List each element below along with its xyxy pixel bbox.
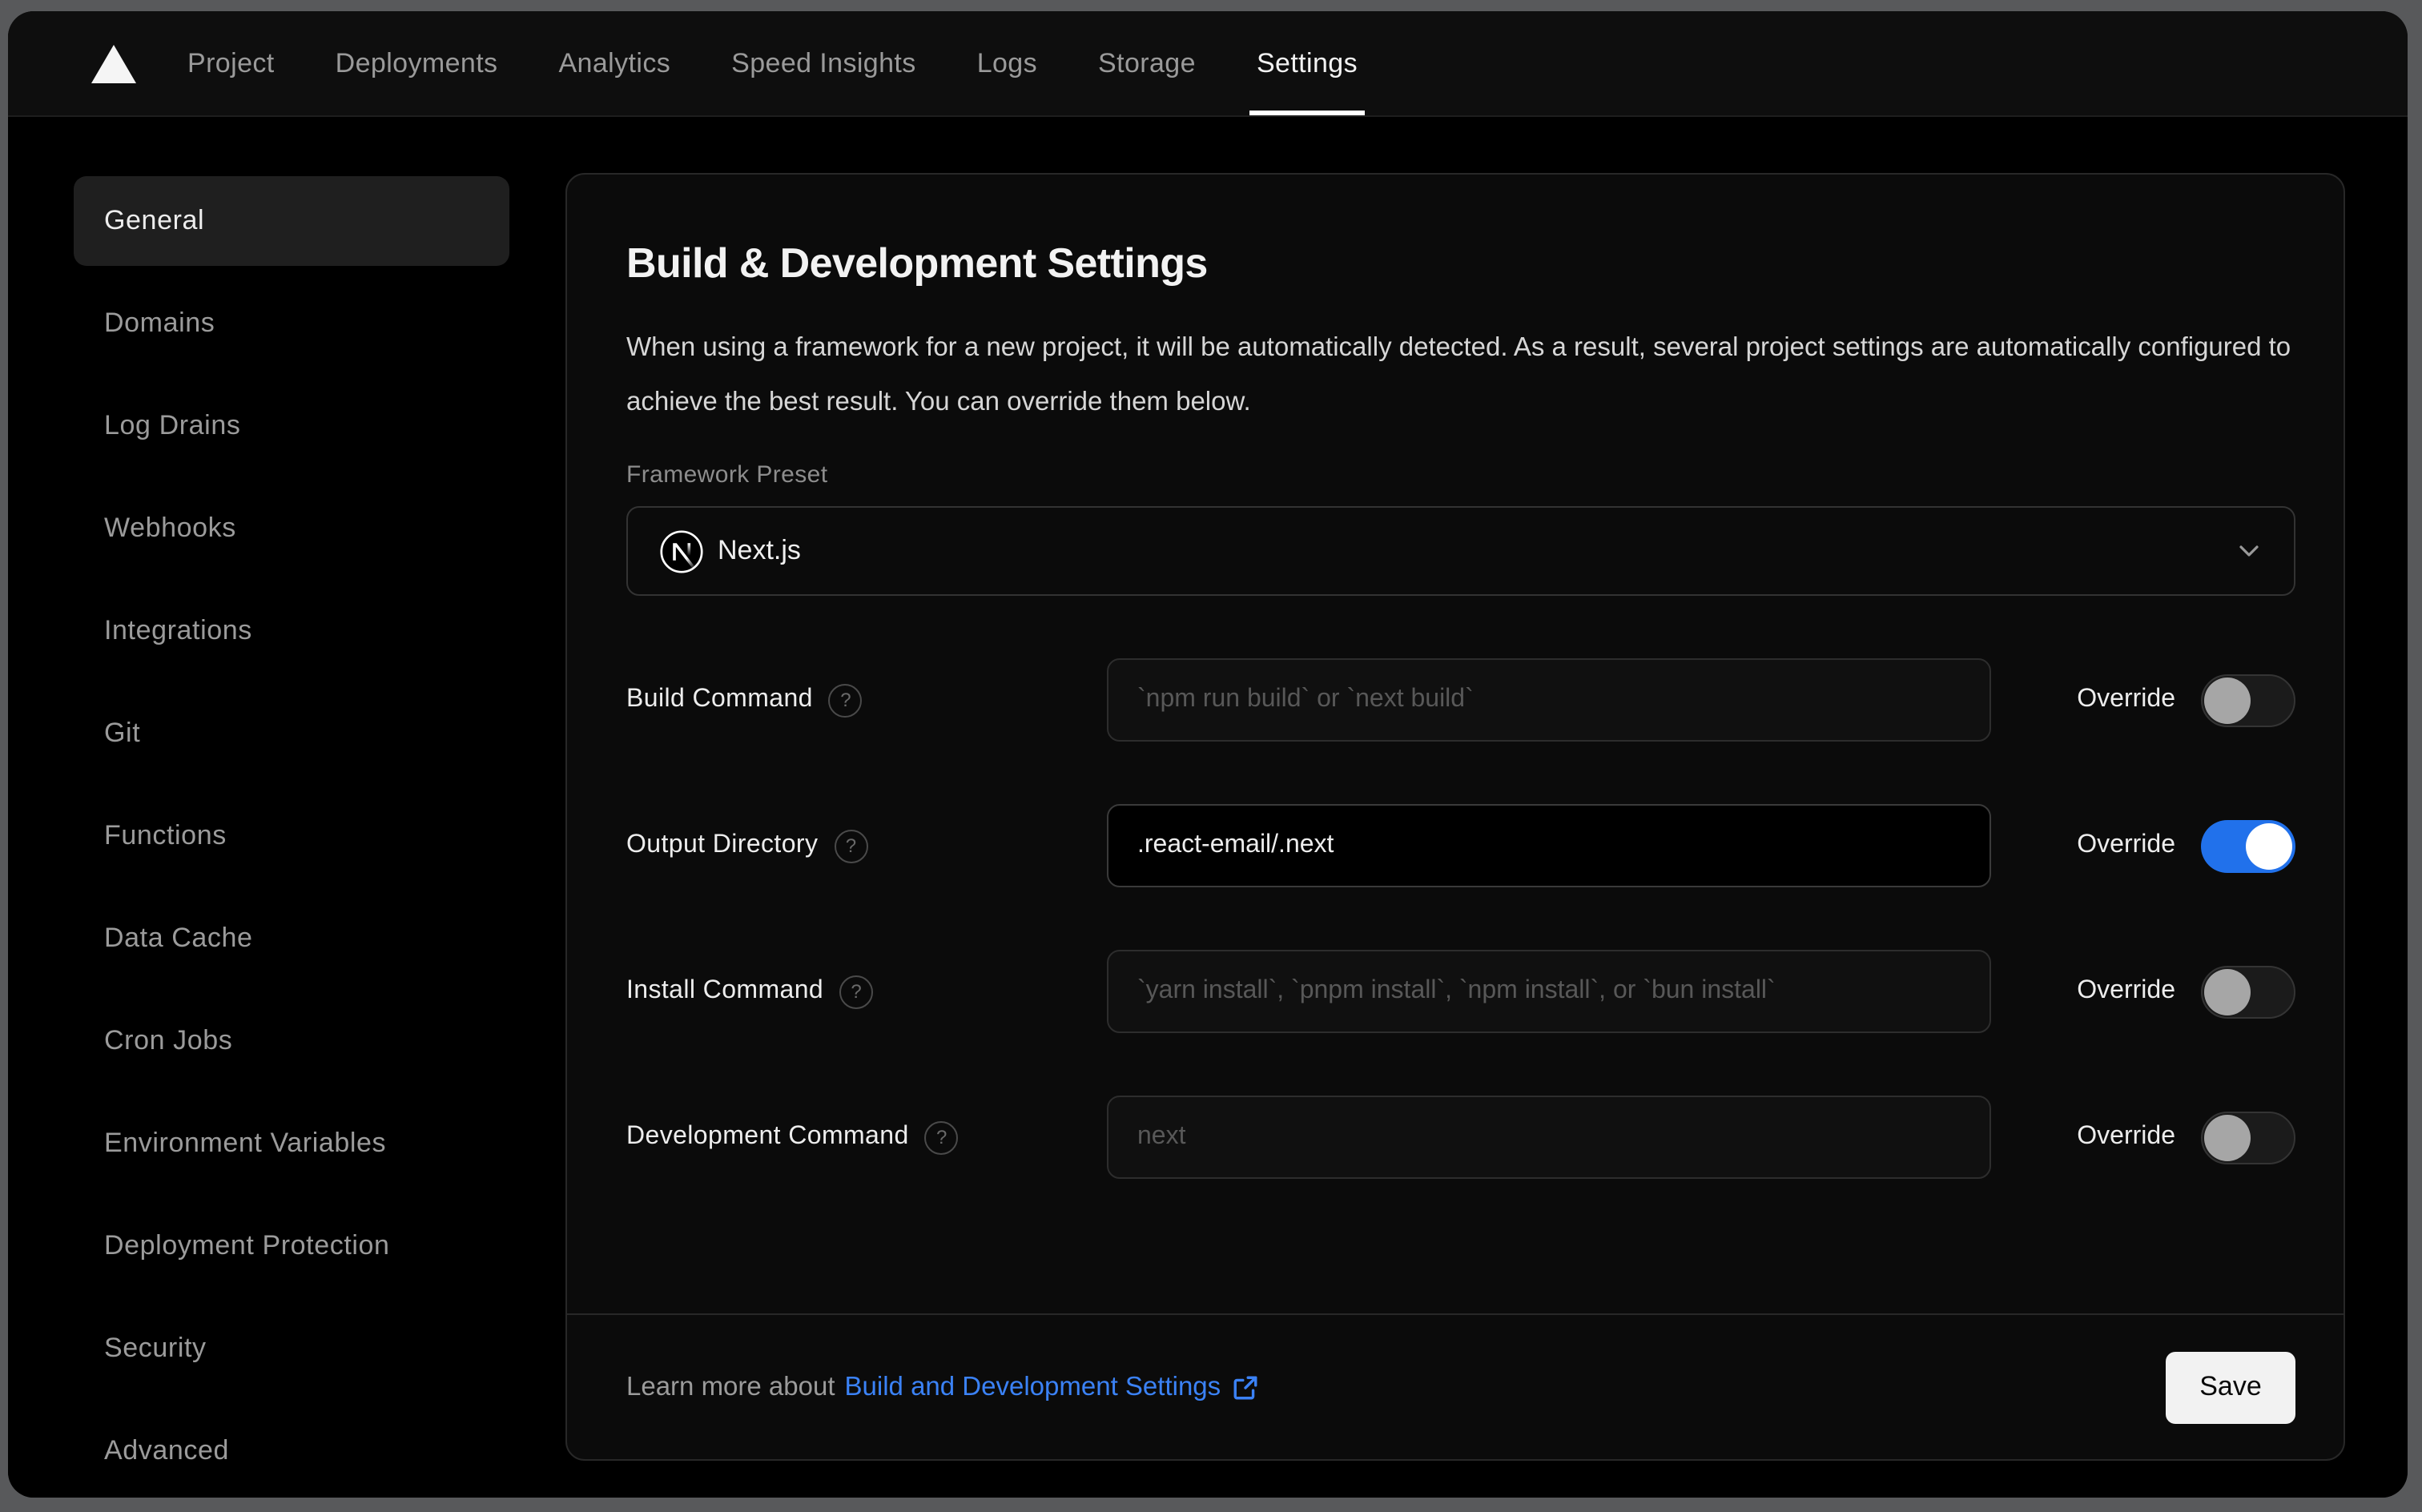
toggle-knob <box>2204 677 2251 723</box>
page-description: When using a framework for a new project… <box>626 333 2291 416</box>
install-command-override-toggle[interactable] <box>2201 965 2295 1018</box>
framework-preset-select[interactable]: Next.js <box>626 506 2295 596</box>
sidebar-item-log-drains[interactable]: Log Drains <box>74 381 509 471</box>
vercel-triangle-icon <box>91 44 136 82</box>
development-command-override-toggle[interactable] <box>2201 1111 2295 1164</box>
build-settings-card: Build & Development Settings When using … <box>565 173 2345 1461</box>
toggle-knob <box>2204 968 2251 1015</box>
help-icon[interactable]: ? <box>924 1120 959 1154</box>
output-directory-row: Output Directory ? Override <box>626 804 2295 887</box>
app-window: Project Deployments Analytics Speed Insi… <box>8 11 2408 1498</box>
sidebar-item-functions[interactable]: Functions <box>74 791 509 881</box>
help-icon[interactable]: ? <box>828 683 863 717</box>
settings-sidebar: General Domains Log Drains Webhooks Inte… <box>8 117 509 1498</box>
sidebar-item-deployment-protection[interactable]: Deployment Protection <box>74 1201 509 1291</box>
sidebar-item-integrations[interactable]: Integrations <box>74 586 509 676</box>
build-settings-docs-link[interactable]: Build and Development Settings <box>845 1372 1260 1402</box>
install-command-label: Install Command <box>626 977 824 1004</box>
tab-logs[interactable]: Logs <box>977 11 1037 115</box>
build-command-row: Build Command ? Override <box>626 658 2295 742</box>
override-label: Override <box>2077 686 2175 713</box>
override-label: Override <box>2077 831 2175 859</box>
docs-link-label: Build and Development Settings <box>844 1372 1221 1401</box>
sidebar-item-cron-jobs[interactable]: Cron Jobs <box>74 996 509 1086</box>
toggle-knob <box>2246 822 2292 869</box>
nav-tabs: Project Deployments Analytics Speed Insi… <box>187 11 1365 115</box>
sidebar-item-git[interactable]: Git <box>74 689 509 778</box>
framework-preset-label: Framework Preset <box>626 461 828 489</box>
sidebar-item-security[interactable]: Security <box>74 1304 509 1393</box>
vercel-logo[interactable] <box>91 11 136 115</box>
save-button[interactable]: Save <box>2166 1351 2295 1423</box>
install-command-input[interactable] <box>1107 950 1991 1033</box>
development-command-row: Development Command ? Override <box>626 1096 2295 1179</box>
sidebar-item-data-cache[interactable]: Data Cache <box>74 894 509 983</box>
output-directory-label: Output Directory <box>626 831 819 859</box>
tab-deployments[interactable]: Deployments <box>336 11 498 115</box>
sidebar-item-advanced[interactable]: Advanced <box>74 1406 509 1496</box>
help-icon[interactable]: ? <box>839 975 874 1008</box>
toggle-knob <box>2204 1114 2251 1160</box>
external-link-icon <box>1233 1375 1257 1399</box>
sidebar-item-webhooks[interactable]: Webhooks <box>74 484 509 573</box>
learn-more-text: Learn more about <box>626 1372 835 1401</box>
desktop-background: Project Deployments Analytics Speed Insi… <box>0 0 2422 1512</box>
install-command-row: Install Command ? Override <box>626 950 2295 1033</box>
development-command-label: Development Command <box>626 1123 909 1150</box>
nextjs-logo-icon <box>660 529 703 573</box>
output-directory-input[interactable] <box>1107 804 1991 887</box>
sidebar-item-general[interactable]: General <box>74 176 509 266</box>
build-command-override-toggle[interactable] <box>2201 674 2295 726</box>
content-area: General Domains Log Drains Webhooks Inte… <box>8 117 2408 1498</box>
framework-preset-value: Next.js <box>718 535 801 565</box>
tab-project[interactable]: Project <box>187 11 275 115</box>
chevron-down-icon <box>2239 545 2259 557</box>
development-command-input[interactable] <box>1107 1096 1991 1179</box>
override-label: Override <box>2077 977 2175 1004</box>
tab-settings[interactable]: Settings <box>1249 11 1365 115</box>
sidebar-item-domains[interactable]: Domains <box>74 279 509 368</box>
sidebar-item-environment-variables[interactable]: Environment Variables <box>74 1099 509 1188</box>
page-title: Build & Development Settings <box>626 239 1208 287</box>
tab-analytics[interactable]: Analytics <box>558 11 670 115</box>
override-label: Override <box>2077 1123 2175 1150</box>
help-icon[interactable]: ? <box>834 829 868 863</box>
tab-speed-insights[interactable]: Speed Insights <box>731 11 916 115</box>
card-footer: Learn more about Build and Development S… <box>567 1313 2344 1459</box>
build-command-label: Build Command <box>626 686 813 713</box>
output-directory-override-toggle[interactable] <box>2201 819 2295 872</box>
tab-storage[interactable]: Storage <box>1098 11 1196 115</box>
top-nav: Project Deployments Analytics Speed Insi… <box>8 11 2408 117</box>
build-command-input[interactable] <box>1107 658 1991 742</box>
